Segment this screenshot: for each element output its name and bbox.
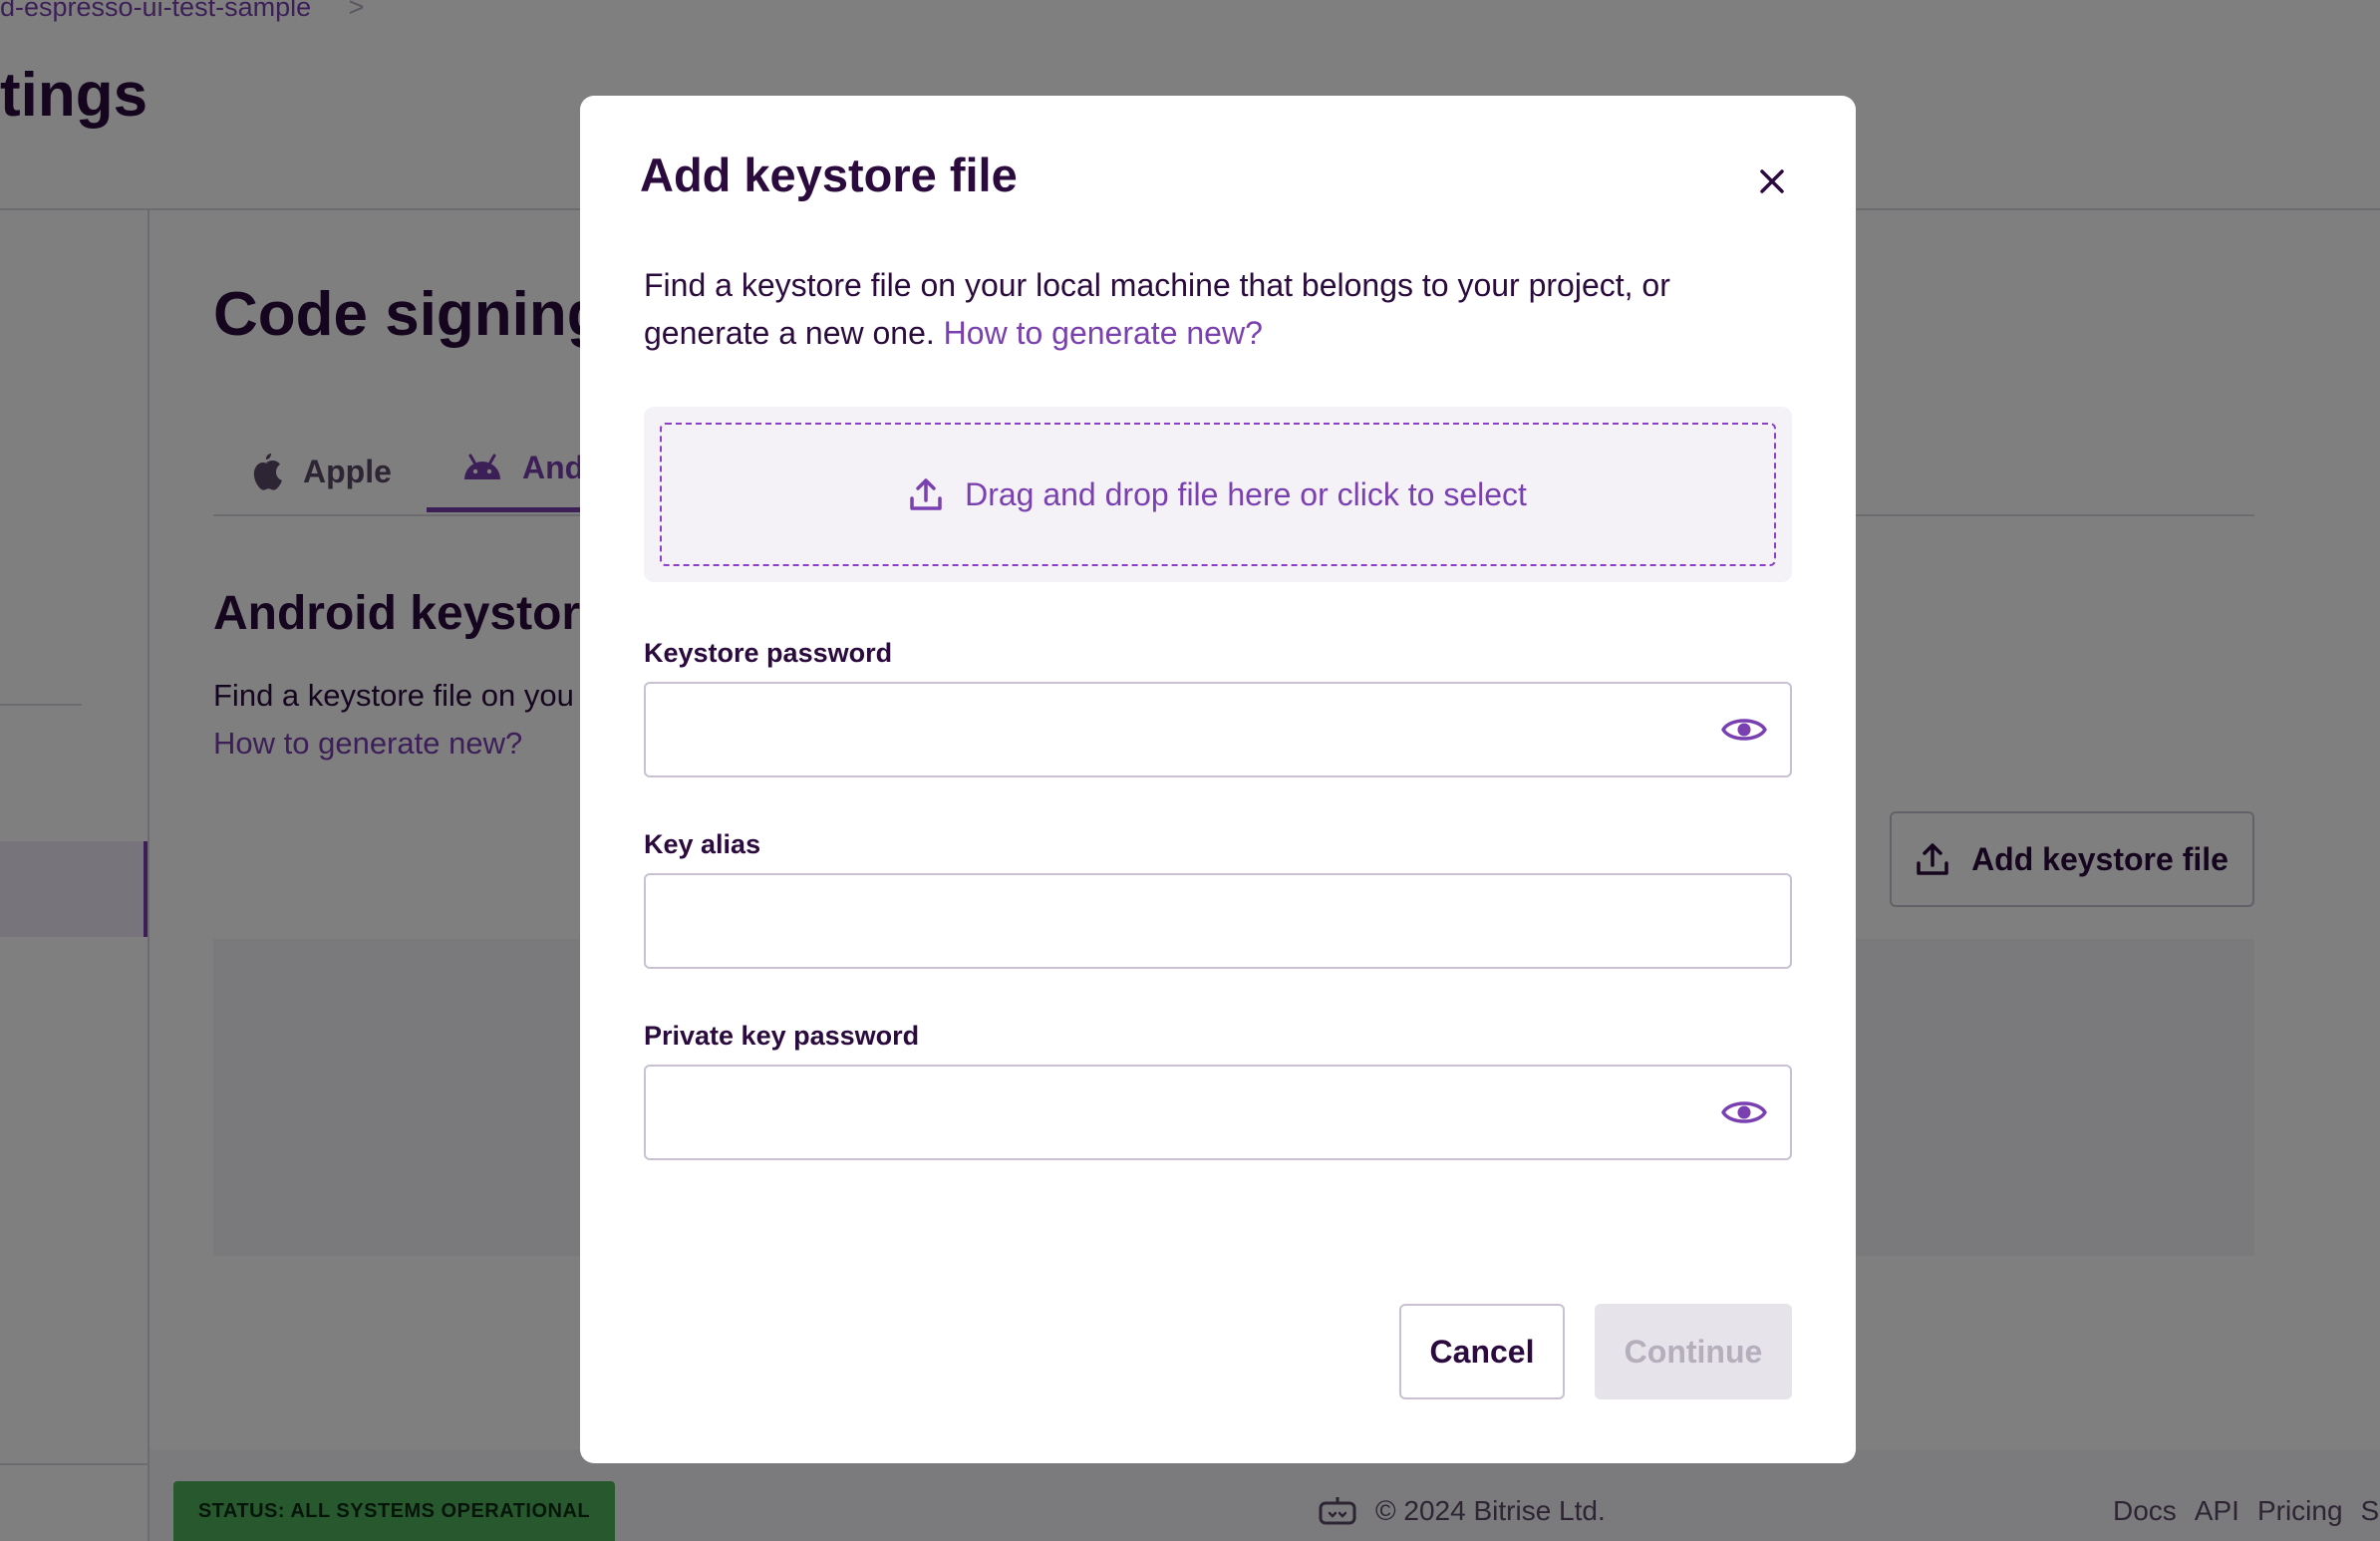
upload-icon	[910, 478, 942, 510]
close-button[interactable]	[1752, 161, 1792, 201]
private-key-password-input[interactable]	[646, 1067, 1730, 1158]
modal-description: Find a keystore file on your local machi…	[644, 261, 1780, 357]
continue-button[interactable]: Continue	[1595, 1304, 1792, 1399]
key-alias-label: Key alias	[644, 829, 761, 859]
modal-title: Add keystore file	[640, 149, 1018, 201]
show-password-eye-icon[interactable]	[1720, 712, 1768, 748]
keystore-password-field	[644, 682, 1792, 777]
keystore-password-label: Keystore password	[644, 638, 893, 668]
keystore-password-input[interactable]	[646, 684, 1730, 775]
private-key-password-field	[644, 1065, 1792, 1160]
add-keystore-modal: Add keystore file Find a keystore file o…	[580, 96, 1856, 1463]
key-alias-field	[644, 873, 1792, 969]
show-password-eye-icon[interactable]	[1720, 1094, 1768, 1130]
private-key-password-label: Private key password	[644, 1021, 920, 1051]
file-dropzone-container: Drag and drop file here or click to sele…	[644, 407, 1792, 582]
dropzone-label: Drag and drop file here or click to sele…	[965, 475, 1527, 512]
modal-how-to-generate-link[interactable]: How to generate new?	[944, 315, 1263, 351]
close-icon	[1760, 169, 1784, 193]
cancel-button[interactable]: Cancel	[1399, 1304, 1565, 1399]
key-alias-input[interactable]	[646, 875, 1730, 967]
file-dropzone[interactable]: Drag and drop file here or click to sele…	[660, 423, 1776, 566]
